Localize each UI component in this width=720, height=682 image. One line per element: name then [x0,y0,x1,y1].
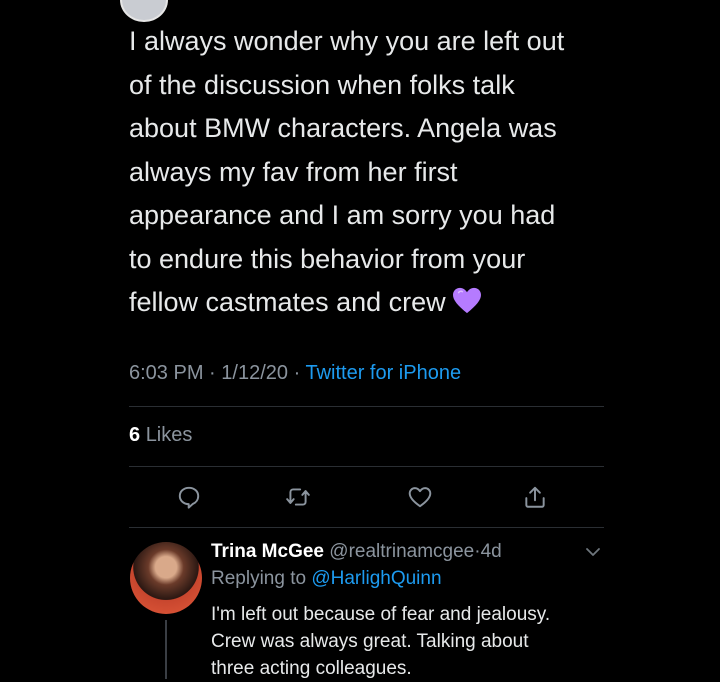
replying-to-label: Replying to [211,568,307,589]
comment-icon [178,486,200,509]
retweet-icon [286,488,310,506]
reply-line: I'm left out because of fear and jealous… [211,604,551,625]
reply-text: I'm left out because of fear and jealous… [211,601,611,682]
tweet-line: always my fav from her first [129,156,458,187]
tweet-line: to endure this behavior from your [129,243,526,274]
replying-to-mention[interactable]: @HarlighQuinn [311,568,441,589]
likes-link[interactable]: 6 Likes [129,424,192,447]
likes-count: 6 [129,424,141,446]
reply-author-avatar[interactable] [130,542,202,614]
divider [129,527,604,528]
thread-line [165,620,167,679]
tweet-meta: 6:03 PM · 1/12/20 · Twitter for iPhone [129,362,461,385]
reply-header: Trina McGee @realtrinamcgee·4d [211,541,502,563]
purple-heart-emoji-icon [452,287,481,314]
tweet-date: 1/12/20 [221,362,289,384]
meta-dot: · [293,362,301,384]
tweet-time: 6:03 PM [129,362,204,384]
heart-icon [408,487,432,508]
divider [129,466,604,467]
tweet-line: fellow castmates and crew [129,281,599,325]
original-author-avatar[interactable] [120,0,168,22]
divider [129,406,604,407]
tweet-line: of the discussion when folks talk [129,69,515,100]
reply-age: 4d [480,541,502,562]
replying-to: Replying to @HarlighQuinn [211,568,442,590]
tweet-text: I always wonder why you are left out of … [129,20,599,325]
share-button[interactable] [522,484,552,510]
tweet-line-text: fellow castmates and crew [129,287,446,317]
like-button[interactable] [407,484,437,510]
reply-line: Crew was always great. Talking about [211,631,529,652]
chevron-down-icon[interactable] [583,544,603,560]
reply-button[interactable] [176,484,206,510]
meta-dot: · [209,362,216,384]
share-icon [525,486,545,508]
tweet-line: I always wonder why you are left out [129,26,565,56]
likes-label: Likes [145,424,193,446]
tweet-line: about BMW characters. Angela was [129,113,557,143]
tweet-line: appearance and I am sorry you had [129,200,556,230]
retweet-button[interactable] [285,484,315,510]
tweet-source-link[interactable]: Twitter for iPhone [305,362,461,384]
reply-line: three acting colleagues. [211,658,412,679]
reply-author-handle[interactable]: @realtrinamcgee [329,541,474,562]
reply-author-name[interactable]: Trina McGee [211,541,324,562]
